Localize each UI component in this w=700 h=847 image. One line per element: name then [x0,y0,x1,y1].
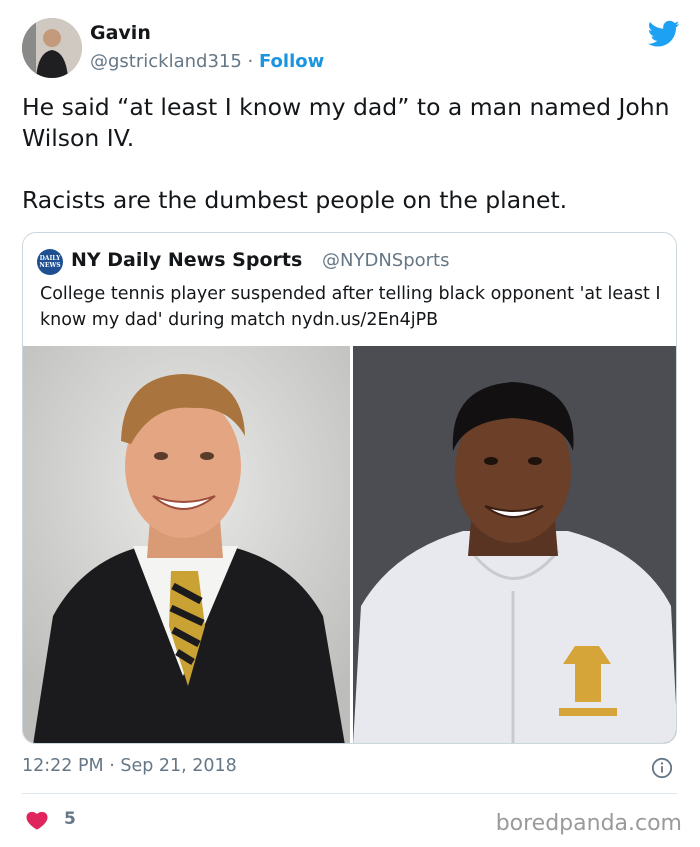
watermark: boredpanda.com [495,811,682,836]
photo-left[interactable] [23,346,350,743]
quoted-author-handle[interactable]: @NYDNSports [322,250,450,271]
quoted-author-name[interactable]: NY Daily News Sports [71,249,302,271]
avatar[interactable] [22,18,82,78]
tweet-timestamp[interactable]: 12:22 PM · Sep 21, 2018 [22,756,237,776]
author-handle-row: @gstrickland315 · Follow [90,51,324,72]
divider [22,793,677,794]
quoted-tweet-card[interactable]: DAILY NEWS NY Daily News Sports @NYDNSpo… [22,232,677,744]
like-count: 5 [64,809,76,829]
tweet-line-2: Racists are the dumbest people on the pl… [22,186,568,214]
info-icon[interactable] [651,757,673,779]
heart-icon[interactable] [26,810,48,830]
photo-right[interactable] [353,346,676,743]
twitter-bird-icon[interactable] [648,20,680,48]
author-handle[interactable]: @gstrickland315 [90,51,242,72]
quoted-tweet-text: College tennis player suspended after te… [40,284,661,330]
author-name[interactable]: Gavin [90,22,151,44]
follow-button[interactable]: Follow [259,51,324,72]
separator: · [241,51,259,72]
tweet-line-1: He said “at least I know my dad” to a ma… [22,93,670,152]
tweet-header: Gavin @gstrickland315 · Follow [22,18,682,80]
daily-news-logo: DAILY NEWS [37,249,63,275]
tweet-text: He said “at least I know my dad” to a ma… [22,92,682,216]
